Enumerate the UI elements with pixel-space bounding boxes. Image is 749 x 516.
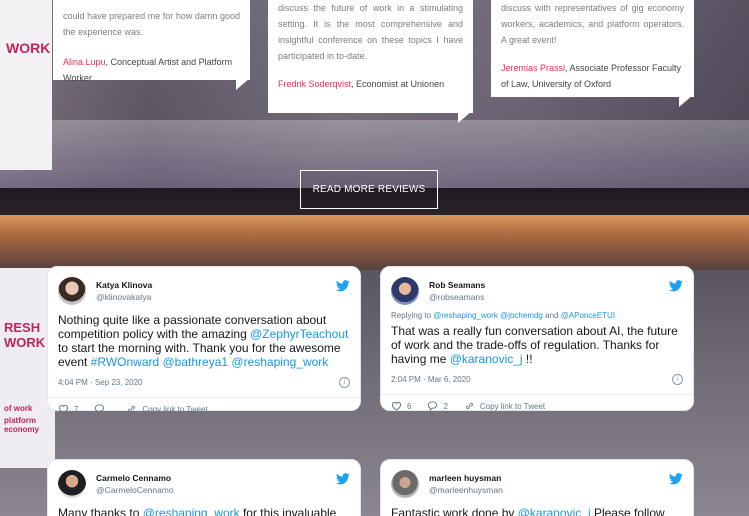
twitter-bird-icon[interactable]	[669, 473, 683, 485]
tweet-text-part: That was a really fun conversation about…	[391, 324, 678, 366]
info-icon[interactable]: i	[672, 373, 683, 385]
tweet-header: marleen huysman @marleenhuysman	[391, 468, 683, 500]
tweet-text: Many thanks to @reshaping_work for this …	[58, 506, 350, 516]
like-count: 7	[74, 404, 79, 414]
heart-icon	[58, 404, 69, 414]
tweet-text-part: Fantastic work done by	[391, 506, 518, 516]
avatar[interactable]	[58, 277, 86, 305]
link-icon	[128, 405, 136, 413]
avatar[interactable]	[391, 470, 419, 498]
speech-tail	[236, 78, 250, 90]
mention-link[interactable]: @karanovic_j	[450, 352, 523, 366]
tweet-author-handle[interactable]: @CarmeloCennamo	[96, 484, 336, 496]
review-text: discuss the future of work in a stimulat…	[278, 3, 463, 61]
tweet-timestamp[interactable]: 4:04 PM · Sep 23, 2020	[58, 378, 143, 387]
review-card: discuss with representatives of gig econ…	[491, 0, 694, 107]
tweet-author-handle[interactable]: @robseamans	[429, 291, 669, 303]
tweet-header: Carmelo Cennamo @CarmeloCennamo	[58, 468, 350, 500]
tweet-text-part: Many thanks to	[58, 506, 143, 516]
reply-mention[interactable]: @APonceETUI	[561, 311, 615, 320]
tweet-card[interactable]: marleen huysman @marleenhuysman Fantasti…	[380, 459, 694, 516]
review-author-name: Fredrik Soderqvist	[278, 79, 352, 89]
reply-icon	[428, 401, 438, 411]
tweet-author-name[interactable]: Katya Klinova	[96, 279, 336, 291]
banner-small-1: of work	[4, 404, 33, 413]
mention-link[interactable]: @reshaping_work	[143, 506, 240, 516]
heart-icon	[391, 401, 402, 411]
reply-icon	[95, 404, 105, 414]
reply-context: Replying to @reshaping_work @jochemdg an…	[391, 311, 683, 320]
tweet-text-part: for this invaluable	[239, 506, 337, 516]
reply-button[interactable]	[94, 404, 110, 414]
tweet-header: Katya Klinova @klinovakatya	[58, 275, 350, 307]
tweet-author: Rob Seamans @robseamans	[429, 279, 669, 303]
tweet-meta: 2:04 PM · Mar 6, 2020 i	[391, 372, 683, 386]
tweet-header: Rob Seamans @robseamans	[391, 275, 683, 307]
review-author-name: Jeremias Prassl	[501, 63, 566, 73]
banner-text: WORK	[6, 40, 51, 56]
banner-text-lower: RESH WORK	[4, 320, 46, 350]
tweet-author: Katya Klinova @klinovakatya	[96, 279, 336, 303]
review-text: could have prepared me for how damn good…	[63, 11, 240, 37]
reply-button[interactable]: 2	[427, 401, 448, 411]
tweet-text-part: !!	[522, 352, 533, 366]
reply-and: and	[542, 311, 561, 320]
tweet-text: That was a really fun conversation about…	[391, 324, 683, 366]
review-card: discuss the future of work in a stimulat…	[268, 0, 473, 123]
twitter-bird-icon[interactable]	[336, 280, 350, 292]
twitter-bird-icon[interactable]	[669, 280, 683, 292]
tweet-author-handle[interactable]: @marleenhuysman	[429, 484, 669, 496]
speech-tail	[679, 95, 693, 107]
tweet-text: Nothing quite like a passionate conversa…	[58, 313, 350, 369]
tweet-author-handle[interactable]: @klinovakatya	[96, 291, 336, 303]
hashtag-link[interactable]: #RWOnward @bathreya1 @reshaping_work	[91, 355, 329, 369]
review-author: Alina Lupu, Conceptual Artist and Platfo…	[63, 54, 240, 86]
copy-link-label: Copy link to Tweet	[142, 404, 208, 414]
twitter-bird-icon[interactable]	[336, 473, 350, 485]
review-card: could have prepared me for how damn good…	[53, 0, 250, 90]
tweet-text: Fantastic work done by @karanovic_j Plea…	[391, 506, 683, 516]
like-count: 6	[407, 401, 412, 411]
banner-small-2: platform economy	[4, 416, 40, 434]
copy-link-button[interactable]: Copy link to Tweet	[126, 404, 208, 414]
tweet-author-name[interactable]: Carmelo Cennamo	[96, 472, 336, 484]
review-author: Jeremias Prassl, Associate Professor Fac…	[501, 60, 684, 92]
read-more-reviews-button[interactable]: READ MORE REVIEWS	[300, 170, 438, 209]
review-author-name: Alina Lupu	[63, 57, 106, 67]
tweet-author-name[interactable]: marleen huysman	[429, 472, 669, 484]
tweet-author: marleen huysman @marleenhuysman	[429, 472, 669, 496]
reply-prefix: Replying to	[391, 311, 434, 320]
like-button[interactable]: 6	[391, 401, 411, 411]
avatar[interactable]	[58, 470, 86, 498]
link-icon	[465, 402, 473, 410]
reply-count: 2	[443, 401, 448, 411]
review-author-role: , Economist at Unionen	[351, 79, 445, 89]
avatar[interactable]	[391, 277, 419, 305]
like-button[interactable]: 7	[58, 404, 78, 414]
speech-tail	[458, 111, 472, 123]
tweet-card[interactable]: Carmelo Cennamo @CarmeloCennamo Many tha…	[47, 459, 361, 516]
tweet-actions: 6 2 Copy link to Tweet	[381, 394, 693, 411]
mention-link[interactable]: @ZephyrTeachout	[250, 327, 348, 341]
info-icon[interactable]: i	[339, 376, 350, 388]
tweet-meta: 4:04 PM · Sep 23, 2020 i	[58, 375, 350, 389]
tweet-author: Carmelo Cennamo @CarmeloCennamo	[96, 472, 336, 496]
tweet-author-name[interactable]: Rob Seamans	[429, 279, 669, 291]
reply-mentions[interactable]: @reshaping_work @jochemdg	[433, 311, 543, 320]
review-author: Fredrik Soderqvist, Economist at Unionen	[278, 76, 463, 92]
event-banner-top: WORK	[0, 0, 52, 170]
copy-link-label: Copy link to Tweet	[479, 401, 546, 411]
tweet-card[interactable]: Katya Klinova @klinovakatya Nothing quit…	[47, 266, 361, 414]
tweet-actions: 7 Copy link to Tweet	[48, 397, 360, 414]
copy-link-button[interactable]: Copy link to Tweet	[464, 401, 545, 411]
tweet-card[interactable]: Rob Seamans @robseamans Replying to @res…	[380, 266, 694, 411]
review-text: discuss with representatives of gig econ…	[501, 3, 684, 45]
mention-link[interactable]: @karanovic_j	[518, 506, 591, 516]
tweet-timestamp[interactable]: 2:04 PM · Mar 6, 2020	[391, 375, 471, 384]
